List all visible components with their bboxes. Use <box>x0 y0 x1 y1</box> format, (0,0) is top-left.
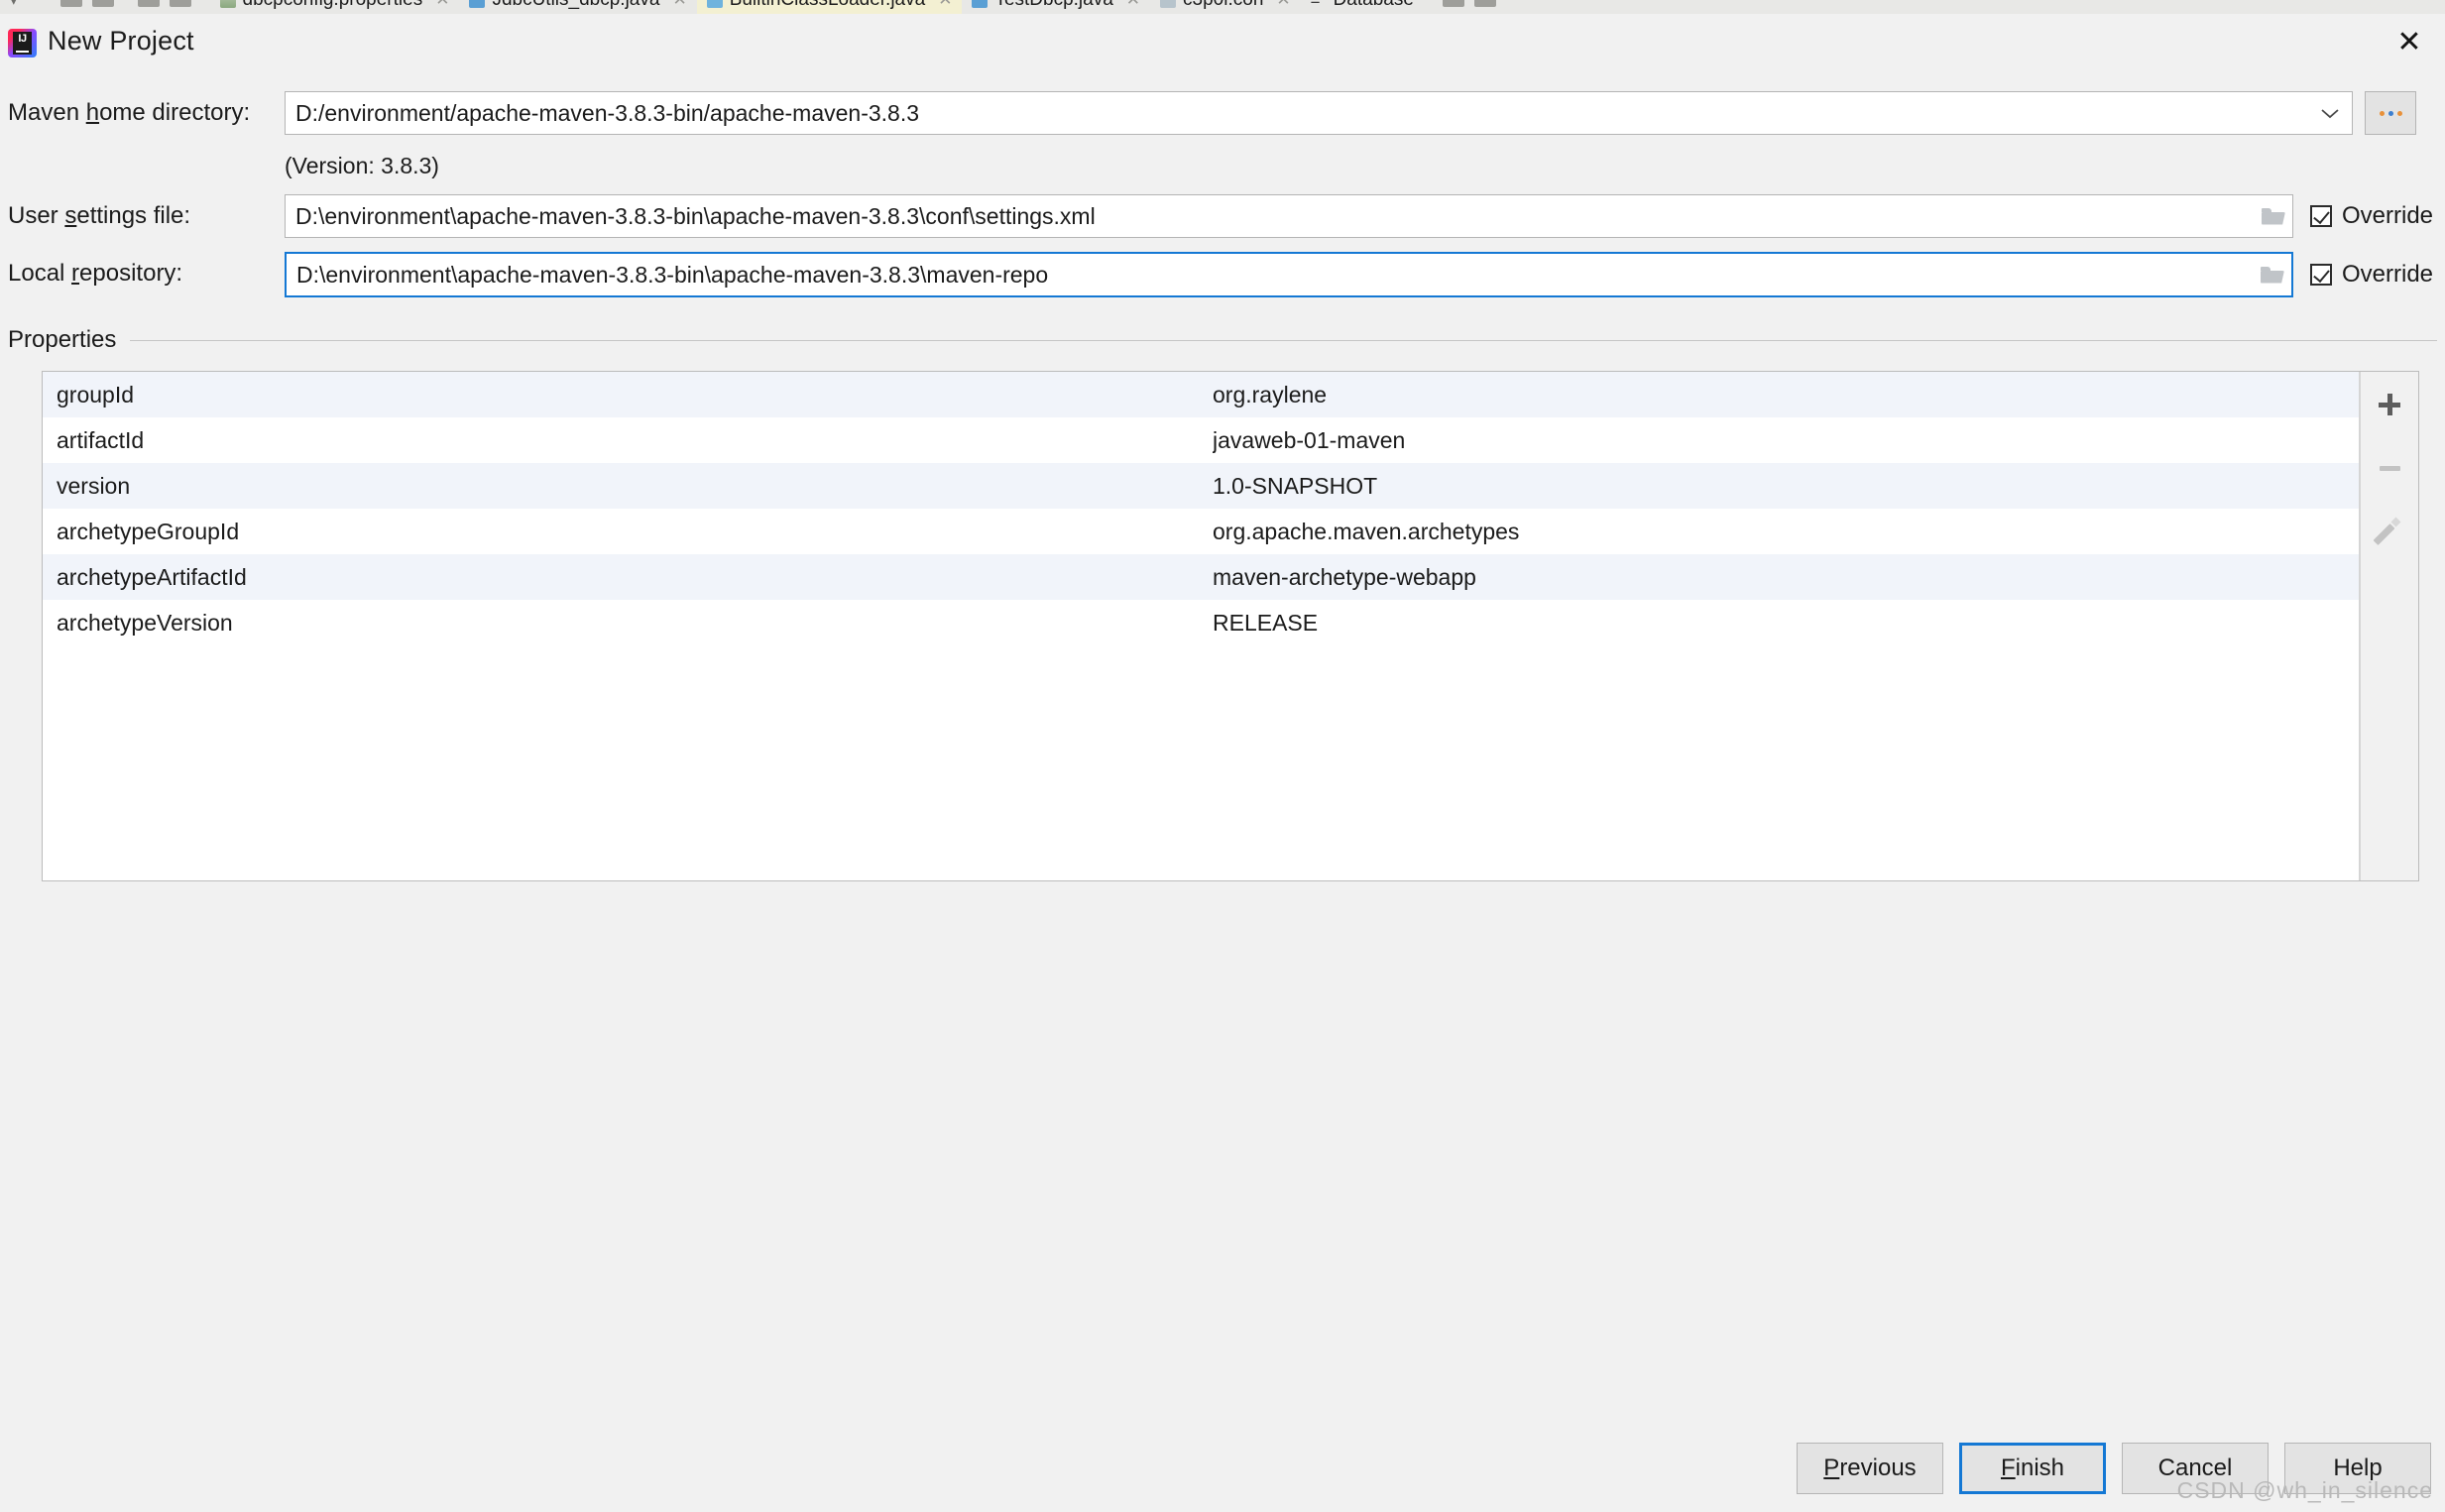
editor-tab[interactable]: BuiltinClassLoader.java ✕ <box>696 0 963 14</box>
toolbar-button[interactable] <box>137 0 160 7</box>
toolbar-button[interactable] <box>59 0 82 7</box>
editor-tab-label: Database <box>1334 0 1414 11</box>
property-key: archetypeArtifactId <box>57 563 247 590</box>
property-key: archetypeGroupId <box>57 518 240 544</box>
local-repository-override-label: Override <box>2342 261 2434 288</box>
editor-tab-label: BuiltinClassLoader.java <box>730 0 926 11</box>
java-class-icon <box>706 0 723 8</box>
pencil-icon <box>2378 520 2401 543</box>
table-row[interactable]: archetypeGroupId org.apache.maven.archet… <box>43 509 2359 554</box>
property-key: archetypeVersion <box>57 609 233 636</box>
java-class-icon <box>972 0 989 8</box>
add-property-button[interactable] <box>2369 384 2410 425</box>
plus-icon <box>2379 394 2400 415</box>
maven-home-browse-button[interactable] <box>2365 91 2416 135</box>
intellij-idea-logo-icon: IJ <box>8 29 37 58</box>
close-icon[interactable]: ✕ <box>2387 22 2431 63</box>
editor-tab-label: TestDbcp.java <box>994 0 1112 11</box>
property-key: artifactId <box>57 426 145 453</box>
chevron-down-icon[interactable] <box>2320 107 2340 119</box>
property-key: version <box>57 472 131 499</box>
chevron-down-icon[interactable]: ▾ <box>10 0 18 9</box>
editor-tab[interactable]: dbcpconfig.properties ✕ <box>210 0 460 14</box>
maven-version-note: (Version: 3.8.3) <box>285 153 439 178</box>
checkbox-checked-icon <box>2310 205 2332 227</box>
property-value: javaweb-01-maven <box>1213 426 1406 453</box>
properties-section-title: Properties <box>8 326 117 353</box>
toolbar-button[interactable] <box>169 0 191 7</box>
properties-table-panel: groupId org.raylene artifactId javaweb-0… <box>42 371 2419 881</box>
toolbar-button[interactable] <box>1473 0 1496 7</box>
editor-tab[interactable]: c3p0l.con ✕ <box>1150 0 1301 14</box>
local-repository-input[interactable]: D:\environment\apache-maven-3.8.3-bin\ap… <box>285 252 2293 297</box>
cancel-button[interactable]: Cancel <box>2122 1443 2269 1494</box>
maven-home-directory-combobox[interactable]: D:/environment/apache-maven-3.8.3-bin/ap… <box>285 91 2353 135</box>
user-settings-override-checkbox[interactable]: Override <box>2310 202 2433 230</box>
user-settings-file-input[interactable]: D:\environment\apache-maven-3.8.3-bin\ap… <box>285 194 2293 238</box>
ide-tab-list: ▾ dbcpconfig.properties ✕ JdbcUtils_dbcp… <box>0 0 2445 14</box>
property-value: maven-archetype-webapp <box>1213 563 1476 590</box>
property-value: org.raylene <box>1213 381 1328 407</box>
dialog-titlebar: IJ New Project ✕ <box>0 14 2445 71</box>
table-row[interactable]: archetypeVersion RELEASE <box>43 600 2359 645</box>
maven-home-directory-label: Maven home directory: <box>8 99 251 126</box>
dialog-button-bar: Previous Finish Cancel Help <box>1797 1443 2431 1494</box>
property-value: 1.0-SNAPSHOT <box>1213 472 1378 499</box>
logo-underline <box>16 50 29 53</box>
properties-table-toolbar <box>2360 372 2418 880</box>
edit-property-button[interactable] <box>2369 511 2410 552</box>
property-value: RELEASE <box>1213 609 1319 636</box>
minus-icon <box>2379 465 2400 471</box>
properties-section-header: Properties <box>8 326 2437 354</box>
properties-file-icon <box>219 0 236 8</box>
editor-tab[interactable]: TestDbcp.java ✕ <box>962 0 1150 14</box>
property-key: groupId <box>57 381 135 407</box>
close-icon[interactable]: ✕ <box>1276 0 1290 10</box>
table-row[interactable]: version 1.0-SNAPSHOT <box>43 463 2359 509</box>
user-settings-override-label: Override <box>2342 202 2434 229</box>
properties-table[interactable]: groupId org.raylene artifactId javaweb-0… <box>43 372 2360 880</box>
editor-tab[interactable]: ≡ Database <box>1301 0 1424 14</box>
user-settings-file-value: D:\environment\apache-maven-3.8.3-bin\ap… <box>295 202 1096 229</box>
toolbar-button[interactable] <box>91 0 114 7</box>
previous-button[interactable]: Previous <box>1797 1443 1943 1494</box>
checkbox-checked-icon <box>2310 264 2332 286</box>
local-repository-value: D:\environment\apache-maven-3.8.3-bin\ap… <box>296 261 1049 288</box>
close-icon[interactable]: ✕ <box>938 0 952 10</box>
property-value: org.apache.maven.archetypes <box>1213 518 1520 544</box>
close-icon[interactable]: ✕ <box>1126 0 1140 10</box>
table-row[interactable]: archetypeArtifactId maven-archetype-weba… <box>43 554 2359 600</box>
database-icon: ≡ <box>1311 0 1321 10</box>
editor-tab-label: JdbcUtils_dbcp.java <box>492 0 659 11</box>
close-icon[interactable]: ✕ <box>435 0 449 10</box>
toolbar-button[interactable] <box>1442 0 1464 7</box>
local-repository-label: Local repository: <box>8 260 183 287</box>
help-button[interactable]: Help <box>2284 1443 2431 1494</box>
maven-home-directory-value: D:/environment/apache-maven-3.8.3-bin/ap… <box>295 99 920 126</box>
new-project-dialog: IJ New Project ✕ Maven home directory: D… <box>0 14 2445 1512</box>
local-repository-override-checkbox[interactable]: Override <box>2310 261 2433 289</box>
ide-editor-tab-strip: ▾ dbcpconfig.properties ✕ JdbcUtils_dbcp… <box>0 0 2445 15</box>
java-class-icon <box>469 0 486 8</box>
editor-tab-label: dbcpconfig.properties <box>243 0 423 11</box>
section-divider <box>130 339 2437 341</box>
user-settings-file-label: User settings file: <box>8 202 191 229</box>
xml-file-icon <box>1160 0 1177 8</box>
user-settings-browse-icon[interactable] <box>2255 195 2292 237</box>
local-repository-browse-icon[interactable] <box>2254 254 2291 295</box>
dialog-title: New Project <box>48 26 194 56</box>
close-icon[interactable]: ✕ <box>672 0 686 10</box>
editor-tab[interactable]: JdbcUtils_dbcp.java ✕ <box>459 0 696 14</box>
table-row[interactable]: artifactId javaweb-01-maven <box>43 417 2359 463</box>
remove-property-button[interactable] <box>2369 447 2410 489</box>
table-row[interactable]: groupId org.raylene <box>43 372 2359 417</box>
finish-button[interactable]: Finish <box>1959 1443 2106 1494</box>
editor-tab-label: c3p0l.con <box>1183 0 1263 11</box>
